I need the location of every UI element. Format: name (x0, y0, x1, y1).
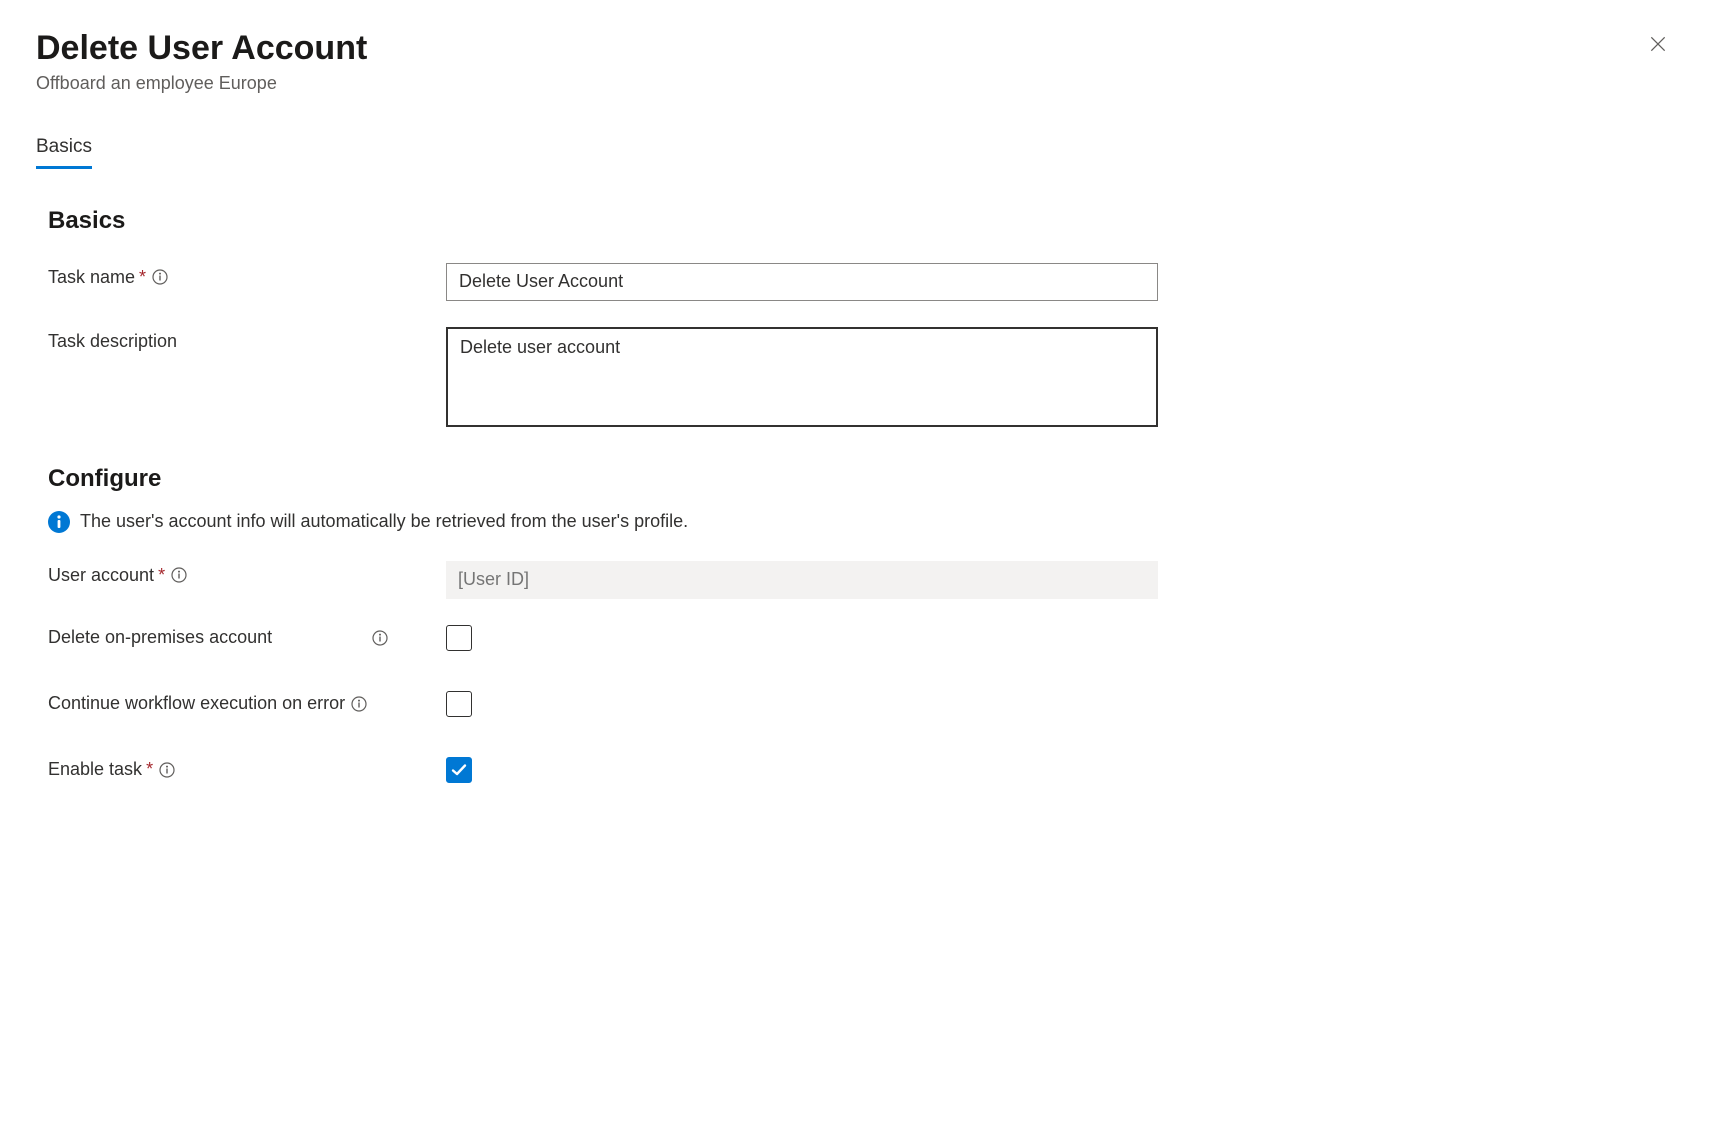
task-description-input[interactable] (446, 327, 1158, 427)
info-icon[interactable] (159, 762, 175, 778)
info-icon[interactable] (171, 567, 187, 583)
user-account-input (446, 561, 1158, 599)
info-icon[interactable] (152, 269, 168, 285)
user-account-label-text: User account (48, 565, 154, 586)
page-title: Delete User Account (36, 28, 367, 69)
continue-on-error-checkbox[interactable] (446, 691, 472, 717)
enable-task-label-text: Enable task (48, 759, 142, 780)
required-indicator: * (139, 267, 146, 288)
task-description-label-text: Task description (48, 331, 177, 352)
page-subtitle: Offboard an employee Europe (36, 73, 367, 94)
task-name-input[interactable] (446, 263, 1158, 301)
delete-onprem-checkbox[interactable] (446, 625, 472, 651)
required-indicator: * (146, 759, 153, 780)
task-name-label: Task name * (48, 263, 446, 288)
section-heading-configure: Configure (48, 465, 1674, 493)
close-icon (1648, 34, 1668, 54)
delete-onprem-label: Delete on-premises account (48, 627, 388, 648)
info-icon[interactable] (351, 696, 367, 712)
task-name-label-text: Task name (48, 267, 135, 288)
task-description-label: Task description (48, 327, 446, 352)
info-filled-icon (48, 511, 70, 533)
delete-onprem-label-text: Delete on-premises account (48, 627, 272, 648)
continue-on-error-label: Continue workflow execution on error (48, 693, 420, 714)
user-account-label: User account * (48, 561, 446, 586)
enable-task-label: Enable task * (48, 759, 446, 780)
continue-on-error-label-text: Continue workflow execution on error (48, 693, 345, 714)
required-indicator: * (158, 565, 165, 586)
close-button[interactable] (1642, 28, 1674, 60)
enable-task-checkbox[interactable] (446, 757, 472, 783)
info-banner-text: The user's account info will automatical… (80, 511, 688, 532)
tab-basics[interactable]: Basics (36, 136, 92, 169)
info-icon[interactable] (372, 630, 388, 646)
section-heading-basics: Basics (48, 207, 1674, 235)
